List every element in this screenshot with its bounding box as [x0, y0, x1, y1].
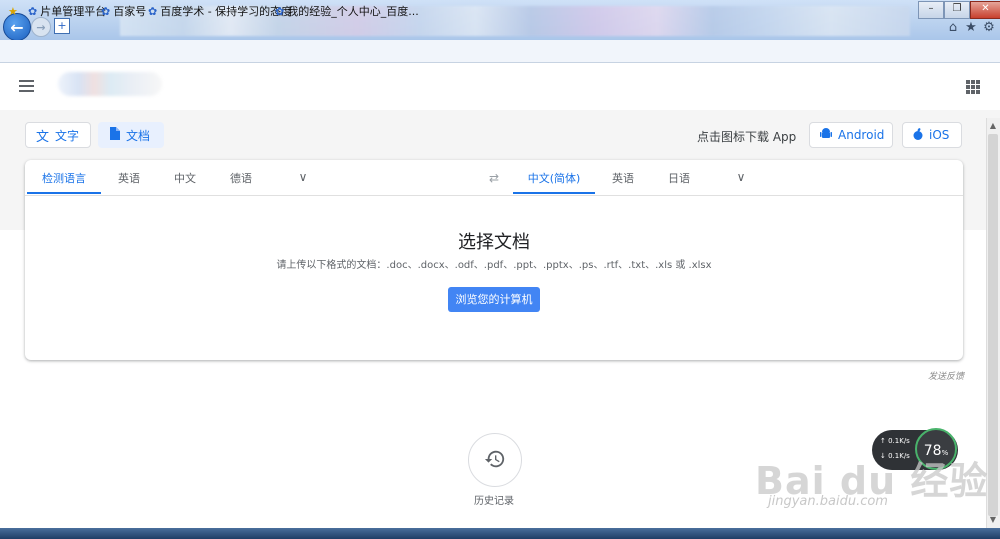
swap-languages-icon[interactable]: ⇄	[486, 172, 502, 184]
site-shield-icon: +	[54, 18, 70, 34]
favorite-link[interactable]: ✿ 我的经验_个人中心_百度...	[275, 3, 419, 19]
settings-gear-icon[interactable]: ⚙	[981, 20, 997, 36]
favorite-label: 片单管理平台	[40, 5, 107, 18]
tab-text-mode[interactable]: 文 文字	[25, 122, 91, 148]
windows-taskbar[interactable]	[0, 528, 1000, 539]
tab-document-mode[interactable]: 文档	[98, 122, 164, 148]
scroll-down-arrow-icon[interactable]: ▼	[987, 514, 999, 526]
ios-download-button[interactable]: iOS	[902, 122, 962, 148]
home-icon[interactable]: ⌂	[945, 20, 961, 36]
apple-icon	[913, 127, 923, 143]
tab-detect-language[interactable]: 检测语言	[27, 166, 101, 194]
android-icon	[820, 127, 832, 143]
favorites-bar	[0, 40, 1000, 63]
apps-grid-icon[interactable]	[966, 80, 980, 94]
tab-target-japanese[interactable]: 日语	[656, 166, 702, 194]
ios-label: iOS	[929, 128, 950, 142]
logo-blurred[interactable]	[58, 72, 162, 96]
tab-source-chinese[interactable]: 中文	[162, 166, 208, 194]
supported-formats-text: 请上传以下格式的文档：.doc、.docx、.odf、.pdf、.ppt、.pp…	[276, 260, 712, 271]
source-more-chevron-icon[interactable]: ∨	[296, 170, 310, 184]
target-more-chevron-icon[interactable]: ∨	[734, 170, 748, 184]
favorites-star-icon[interactable]: ★	[963, 20, 979, 36]
minimize-button[interactable]: –	[918, 1, 944, 19]
mode-label: 文字	[55, 128, 80, 143]
tab-target-english[interactable]: 英语	[600, 166, 646, 194]
document-icon	[109, 127, 120, 143]
favorite-link[interactable]: ✿ 百家号	[101, 3, 146, 19]
translate-icon: 文	[36, 129, 50, 145]
favorite-link[interactable]: ✿ 片单管理平台	[28, 3, 106, 19]
send-feedback-link[interactable]: 发送反馈	[928, 369, 964, 382]
baidu-paw-icon: ✿	[28, 4, 38, 18]
menu-icon[interactable]	[19, 80, 34, 92]
restore-button[interactable]: ❐	[944, 1, 970, 19]
close-window-button[interactable]: ✕	[970, 1, 1000, 19]
favorite-label: 百家号	[113, 5, 147, 18]
tab-target-chinese-simplified[interactable]: 中文(简体)	[513, 166, 595, 194]
tab-source-english[interactable]: 英语	[106, 166, 152, 194]
favorite-link[interactable]: ✿ 百度学术 - 保持学习的态度	[148, 3, 292, 19]
history-button[interactable]	[468, 433, 522, 487]
baidu-paw-icon: ✿	[275, 4, 285, 18]
forward-arrow-icon[interactable]: →	[31, 17, 51, 37]
scroll-up-arrow-icon[interactable]: ▲	[987, 120, 999, 132]
history-label: 历史记录	[474, 496, 514, 507]
scrollbar-thumb[interactable]	[988, 134, 998, 516]
history-icon	[484, 448, 506, 473]
baidu-paw-icon: ✿	[101, 4, 111, 18]
favorites-add-icon[interactable]: ★	[8, 3, 18, 19]
choose-document-title: 选择文档	[458, 232, 530, 253]
favorite-label: 百度学术 - 保持学习的态度	[160, 5, 293, 18]
mode-label: 文档	[126, 128, 151, 143]
tab-source-german[interactable]: 德语	[218, 166, 264, 194]
android-download-button[interactable]: Android	[809, 122, 893, 148]
browse-computer-button[interactable]: 浏览您的计算机	[448, 287, 540, 312]
android-label: Android	[838, 128, 885, 142]
watermark-url: jingyan.baidu.com	[768, 494, 888, 509]
baidu-paw-icon: ✿	[148, 4, 158, 18]
upload-speed-text: ↑ 0.1K/s	[880, 437, 910, 445]
favorite-label: 我的经验_个人中心_百度...	[287, 5, 419, 18]
download-app-label: 点击图标下载 App	[697, 130, 797, 144]
